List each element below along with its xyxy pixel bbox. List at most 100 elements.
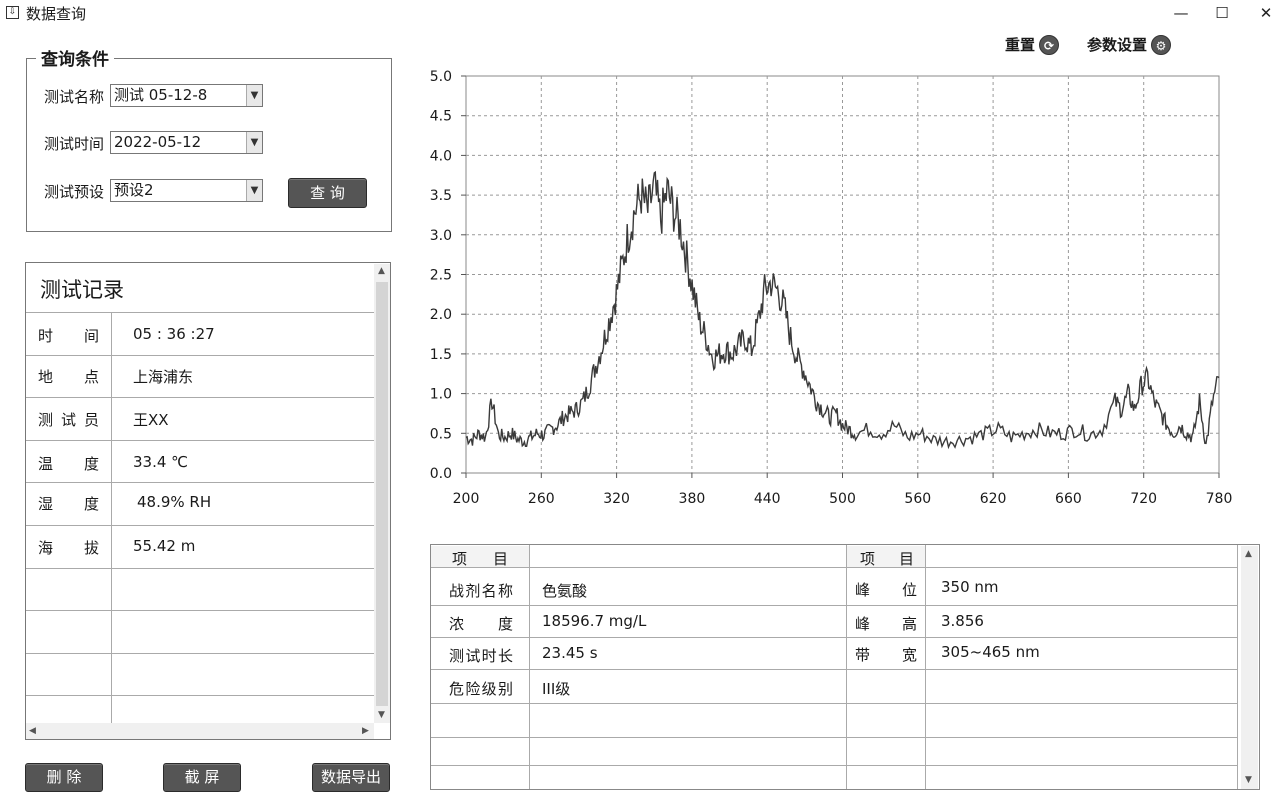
y-tick-label: 2.0 bbox=[430, 307, 452, 323]
scroll-up-icon[interactable]: ▲ bbox=[1245, 549, 1252, 559]
record-value-tester: 王XX bbox=[133, 411, 169, 429]
scroll-down-icon[interactable]: ▼ bbox=[378, 710, 385, 720]
test-name-value: 测试 05-12-8 bbox=[114, 86, 208, 104]
test-preset-label: 测试预设 bbox=[44, 183, 105, 201]
test-name-label: 测试名称 bbox=[44, 88, 105, 106]
col-divider bbox=[1237, 545, 1238, 789]
y-tick-label: 1.5 bbox=[430, 347, 452, 363]
test-time-label: 测试时间 bbox=[44, 135, 105, 153]
settings-label: 参数设置 bbox=[1087, 36, 1148, 54]
scroll-right-icon[interactable]: ▶ bbox=[362, 726, 369, 736]
record-label-humidity: 湿度 bbox=[38, 495, 99, 513]
scroll-thumb[interactable] bbox=[376, 282, 388, 706]
row-divider bbox=[26, 525, 374, 526]
spectrum-chart: 0.0 0.5 1.0 1.5 2.0 2.5 3.0 3.5 4.0 4.5 5.0 200 260… bbox=[430, 69, 1233, 507]
chevron-down-icon: ▼ bbox=[246, 85, 262, 106]
row-divider bbox=[431, 605, 1237, 606]
scroll-left-icon[interactable]: ◀ bbox=[29, 726, 36, 736]
x-tick-label: 320 bbox=[603, 491, 630, 507]
result-value-danger-level: III级 bbox=[542, 680, 571, 698]
record-value-altitude: 55.42 m bbox=[133, 537, 196, 555]
gear-icon: ⚙ bbox=[1151, 34, 1172, 55]
result-value-peak-position: 350 nm bbox=[941, 578, 999, 596]
x-tick-label: 500 bbox=[829, 491, 856, 507]
y-tick-label: 2.5 bbox=[430, 268, 452, 284]
export-button[interactable]: 数据导出 bbox=[312, 763, 390, 792]
test-preset-value: 预设2 bbox=[114, 181, 154, 199]
result-label-bandwidth: 带宽 bbox=[855, 646, 917, 664]
row-divider bbox=[431, 737, 1237, 738]
result-value-agent-name: 色氨酸 bbox=[542, 582, 588, 600]
delete-button[interactable]: 删 除 bbox=[25, 763, 103, 792]
x-tick-label: 380 bbox=[679, 491, 706, 507]
x-tick-label: 780 bbox=[1206, 491, 1233, 507]
result-label-peak-position: 峰位 bbox=[855, 581, 917, 599]
row-divider bbox=[431, 637, 1237, 638]
screenshot-button[interactable]: 截 屏 bbox=[163, 763, 241, 792]
records-divider bbox=[111, 313, 112, 723]
result-label-agent-name: 战剂名称 bbox=[449, 582, 513, 600]
chevron-down-icon: ▼ bbox=[246, 132, 262, 153]
col-divider bbox=[925, 545, 926, 789]
result-label-concentration: 浓度 bbox=[449, 615, 513, 633]
row-divider bbox=[431, 567, 1237, 568]
header-item-left: 项 目 bbox=[452, 550, 508, 568]
y-tick-label: 4.0 bbox=[430, 148, 452, 164]
query-button[interactable]: 查 询 bbox=[288, 178, 367, 208]
y-tick-label: 1.0 bbox=[430, 387, 452, 403]
result-value-bandwidth: 305~465 nm bbox=[941, 643, 1040, 661]
x-tick-label: 720 bbox=[1130, 491, 1157, 507]
col-divider bbox=[529, 545, 530, 789]
y-tick-label: 0.0 bbox=[430, 466, 452, 482]
record-value-temperature: 33.4 ℃ bbox=[133, 453, 189, 471]
row-divider bbox=[26, 355, 374, 356]
scroll-down-icon[interactable]: ▼ bbox=[1245, 775, 1252, 785]
record-value-location: 上海浦东 bbox=[133, 368, 194, 386]
result-label-peak-height: 峰高 bbox=[855, 615, 917, 633]
row-divider bbox=[26, 440, 374, 441]
test-time-select[interactable]: 2022-05-12 ▼ bbox=[110, 131, 263, 154]
reset-label: 重置 bbox=[1005, 36, 1036, 54]
record-value-time: 05 : 36 :27 bbox=[133, 325, 215, 343]
row-divider bbox=[26, 568, 374, 569]
records-title: 测试记录 bbox=[40, 278, 124, 302]
record-value-humidity: 48.9% RH bbox=[137, 493, 212, 511]
close-button[interactable]: ✕ bbox=[1253, 2, 1279, 24]
result-value-concentration: 18596.7 mg/L bbox=[542, 612, 647, 630]
y-tick-label: 3.0 bbox=[430, 228, 452, 244]
chevron-down-icon: ▼ bbox=[246, 180, 262, 201]
test-time-value: 2022-05-12 bbox=[114, 133, 202, 151]
x-tick-label: 560 bbox=[904, 491, 931, 507]
minimize-button[interactable]: — bbox=[1168, 2, 1194, 24]
row-divider bbox=[26, 653, 374, 654]
results-vertical-scrollbar[interactable]: ▲ ▼ bbox=[1241, 546, 1258, 789]
test-preset-select[interactable]: 预设2 ▼ bbox=[110, 179, 263, 202]
y-tick-label: 3.5 bbox=[430, 188, 452, 204]
record-label-location: 地点 bbox=[38, 368, 99, 386]
row-divider bbox=[26, 695, 374, 696]
records-horizontal-scrollbar[interactable]: ◀ ▶ bbox=[26, 723, 374, 739]
x-tick-label: 440 bbox=[754, 491, 781, 507]
result-label-duration: 测试时长 bbox=[449, 647, 513, 665]
record-label-altitude: 海拔 bbox=[38, 539, 99, 557]
result-value-duration: 23.45 s bbox=[542, 644, 598, 662]
result-label-danger-level: 危险级别 bbox=[449, 680, 513, 698]
row-divider bbox=[431, 669, 1237, 670]
x-tick-label: 620 bbox=[980, 491, 1007, 507]
scroll-up-icon[interactable]: ▲ bbox=[378, 266, 385, 276]
record-label-temperature: 温度 bbox=[38, 455, 99, 473]
reset-button[interactable]: 重置 ⟳ bbox=[1005, 34, 1060, 55]
reset-icon: ⟳ bbox=[1039, 34, 1060, 55]
test-name-select[interactable]: 测试 05-12-8 ▼ bbox=[110, 84, 263, 107]
settings-button[interactable]: 参数设置 ⚙ bbox=[1087, 34, 1172, 55]
maximize-button[interactable]: ☐ bbox=[1209, 2, 1235, 24]
result-value-peak-height: 3.856 bbox=[941, 612, 984, 630]
records-vertical-scrollbar[interactable]: ▲ ▼ bbox=[374, 264, 390, 723]
row-divider bbox=[431, 703, 1237, 704]
window-title: 数据查询 bbox=[26, 5, 87, 23]
row-divider bbox=[431, 765, 1237, 766]
x-tick-label: 660 bbox=[1055, 491, 1082, 507]
row-divider bbox=[26, 397, 374, 398]
row-divider bbox=[26, 610, 374, 611]
row-divider bbox=[26, 482, 374, 483]
